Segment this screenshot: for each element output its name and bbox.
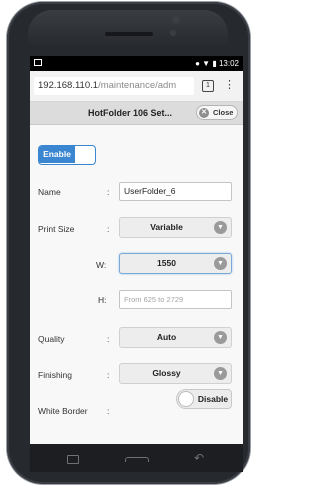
- quality-colon: :: [107, 334, 110, 344]
- dialog-header: HotFolder 106 Set... ✕ Close: [30, 102, 243, 125]
- close-label: Close: [213, 108, 234, 117]
- tab-switcher-button[interactable]: 1: [202, 80, 214, 92]
- quality-label: Quality: [38, 334, 65, 344]
- name-input[interactable]: UserFolder_6: [119, 182, 232, 201]
- chevron-down-icon: ▼: [214, 331, 227, 344]
- width-label: W:: [96, 259, 106, 271]
- home-icon[interactable]: [125, 457, 149, 462]
- print-size-label: Print Size: [38, 224, 75, 234]
- phone-screen: ● ▼ ▮ 13:02 192.168.110.1/maintenance/ad…: [30, 56, 243, 444]
- clock: 13:02: [218, 59, 239, 68]
- switch-knob: [178, 391, 194, 407]
- front-camera: [172, 16, 180, 24]
- dialog-title: HotFolder 106 Set...: [88, 108, 173, 118]
- status-bar: ● ▼ ▮ 13:02: [30, 56, 243, 71]
- height-label: H:: [98, 294, 107, 306]
- width-label-text: W: [96, 260, 104, 270]
- back-icon[interactable]: ↶: [194, 451, 204, 465]
- name-label: Name: [38, 187, 61, 197]
- battery-icon: ▮: [212, 59, 217, 68]
- quality-select[interactable]: Auto ▼: [119, 327, 232, 348]
- close-icon: ✕: [199, 107, 209, 118]
- name-colon: :: [107, 187, 110, 197]
- finishing-colon: :: [107, 370, 110, 380]
- close-button[interactable]: ✕ Close: [196, 105, 238, 120]
- phone-top-bezel: [28, 10, 228, 48]
- chevron-down-icon: ▼: [214, 257, 227, 270]
- print-size-select[interactable]: Variable ▼: [119, 217, 232, 238]
- white-border-label: White Border: [38, 406, 88, 416]
- settings-form: Enable Name : UserFolder_6 Print Size : …: [30, 125, 243, 444]
- earpiece-speaker: [105, 32, 153, 36]
- image-icon: [34, 59, 42, 66]
- finishing-label: Finishing: [38, 370, 73, 380]
- record-icon: ●: [195, 59, 200, 68]
- enable-toggle[interactable]: Enable: [38, 145, 96, 165]
- width-colon: :: [103, 260, 107, 270]
- url-path: /maintenance/adm: [98, 80, 177, 91]
- height-input[interactable]: From 625 to 2729: [119, 290, 232, 309]
- proximity-sensor: [170, 30, 176, 36]
- white-border-value: Disable: [197, 394, 229, 404]
- browser-menu-icon[interactable]: ⋮: [224, 78, 235, 93]
- enable-toggle-label: Enable: [39, 146, 75, 163]
- width-select[interactable]: 1550 ▼: [119, 253, 232, 274]
- url-bar[interactable]: 192.168.110.1/maintenance/adm: [34, 77, 194, 95]
- url-host: 192.168.110.1: [38, 80, 99, 91]
- wifi-icon: ▼: [202, 59, 211, 68]
- navigation-bar: ↶: [30, 444, 243, 472]
- chevron-down-icon: ▼: [214, 221, 227, 234]
- status-icons: ● ▼ ▮ 13:02: [195, 58, 239, 69]
- white-border-colon: :: [107, 406, 110, 416]
- height-colon: :: [104, 295, 107, 305]
- browser-toolbar: 192.168.110.1/maintenance/adm 1 ⋮: [30, 71, 243, 102]
- finishing-select[interactable]: Glossy ▼: [119, 363, 232, 384]
- print-size-colon: :: [107, 224, 110, 234]
- recent-apps-icon[interactable]: [67, 455, 79, 464]
- white-border-switch[interactable]: Disable: [176, 389, 232, 409]
- chevron-down-icon: ▼: [214, 367, 227, 380]
